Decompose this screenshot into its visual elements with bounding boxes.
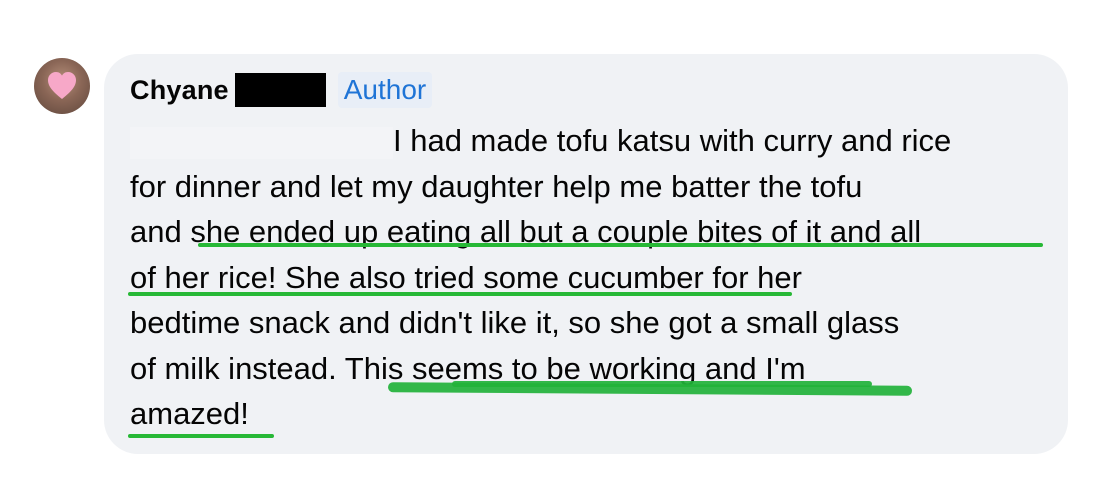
comment-line: I had made tofu katsu with curry and ric… — [130, 118, 1060, 164]
highlight-underline — [128, 434, 274, 438]
heart-icon — [48, 72, 76, 99]
avatar[interactable] — [34, 58, 90, 114]
comment-line-text: for dinner and let my daughter help me b… — [130, 168, 863, 204]
comment-line-text: amazed! — [130, 396, 249, 431]
comment-line-text: I had made tofu katsu with curry and ric… — [393, 123, 952, 158]
comment-line-text: bedtime snack and didn't like it, so she… — [130, 305, 900, 340]
redaction-box — [234, 73, 326, 107]
author-name[interactable]: Chyane — [130, 75, 229, 106]
comment-line: amazed! — [130, 391, 1060, 437]
comment-container: Chyane Author I had made tofu katsu with… — [0, 0, 1100, 500]
highlight-marker — [452, 381, 872, 387]
comment-header: Chyane Author — [130, 72, 433, 108]
comment-line: and she ended up eating all but a couple… — [130, 209, 1060, 255]
comment-line-text: of her rice! She also tried some cucumbe… — [130, 259, 802, 295]
author-badge: Author — [337, 72, 433, 108]
comment-line: for dinner and let my daughter help me b… — [130, 164, 1060, 210]
redacted-indent — [130, 126, 393, 159]
highlight-underline — [198, 243, 1043, 247]
highlight-underline — [128, 292, 792, 296]
comment-line: bedtime snack and didn't like it, so she… — [130, 300, 1060, 346]
